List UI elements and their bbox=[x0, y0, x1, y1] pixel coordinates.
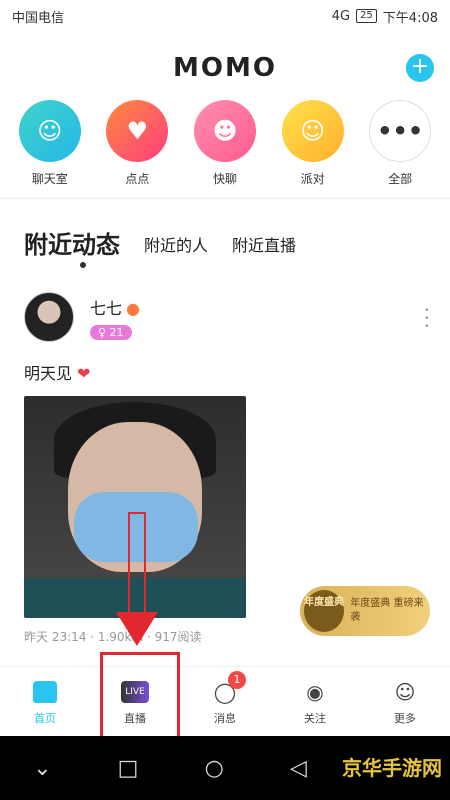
post-text: 明天见 ❤ bbox=[24, 360, 434, 384]
chat-room-icon: ☺ bbox=[18, 100, 81, 162]
post-text-content: 明天见 bbox=[24, 364, 73, 383]
quick-entry-label: 快聊 bbox=[212, 172, 237, 186]
add-button[interactable]: + bbox=[406, 54, 434, 82]
carrier-label: 中国电信 bbox=[12, 10, 65, 26]
feed-tabs: 附近动态 附近的人 附近直播 bbox=[0, 218, 450, 268]
username: 七七 bbox=[90, 298, 123, 318]
app-title: MOMO bbox=[173, 53, 277, 83]
gala-badge: 年度盛典 bbox=[304, 590, 345, 632]
nav-more[interactable]: ☺ 更多 bbox=[360, 667, 450, 736]
back-chevron-icon[interactable]: ⌄ bbox=[33, 756, 51, 781]
more-options-icon[interactable]: · · · bbox=[424, 300, 430, 336]
username-row[interactable]: 七七 ● bbox=[90, 295, 140, 319]
user-info: 七七 ● ♀ 21 bbox=[90, 295, 140, 340]
post-header: 七七 ● ♀ 21 · · · bbox=[24, 292, 434, 342]
gala-text: 年度盛典 重磅来袭 bbox=[350, 598, 424, 623]
annual-gala-banner[interactable]: 年度盛典 年度盛典 重磅来袭 bbox=[300, 586, 430, 636]
tab-nearby-moments[interactable]: 附近动态 bbox=[24, 225, 120, 268]
nav-label: 首页 bbox=[34, 711, 56, 725]
status-right: 4G 25 下午4:08 bbox=[332, 7, 438, 26]
nav-label: 关注 bbox=[304, 711, 326, 725]
home-circle-icon[interactable]: ○ bbox=[205, 756, 224, 781]
balloon-icon: ● bbox=[126, 298, 140, 318]
quick-entry-quick-chat[interactable]: ☻ 快聊 bbox=[185, 100, 265, 190]
quick-entry-label: 聊天室 bbox=[31, 172, 68, 186]
quick-entry-party[interactable]: ☺ 派对 bbox=[273, 100, 353, 190]
nav-label: 更多 bbox=[394, 711, 416, 725]
dian-dian-icon: ♥ bbox=[106, 100, 169, 162]
nav-home[interactable]: 首页 bbox=[0, 667, 90, 736]
section-divider bbox=[0, 198, 450, 199]
status-bar: 中国电信 4G 25 下午4:08 bbox=[0, 0, 450, 32]
quick-entry-label: 全部 bbox=[388, 172, 413, 186]
nav-label: 消息 bbox=[214, 711, 236, 725]
tab-nearby-people[interactable]: 附近的人 bbox=[144, 232, 208, 268]
quick-entry-label: 派对 bbox=[300, 172, 325, 186]
party-icon: ☺ bbox=[281, 100, 344, 162]
status-time: 下午4:08 bbox=[382, 10, 438, 26]
heart-icon: ❤ bbox=[77, 364, 91, 383]
tab-label: 附近动态 bbox=[24, 231, 120, 259]
quick-entry-row: ☺ 聊天室 ♥ 点点 ☻ 快聊 ☺ 派对 ••• 全部 bbox=[0, 100, 450, 190]
annotation-arrow-shaft bbox=[128, 512, 146, 616]
follow-eye-icon: ◉ bbox=[306, 679, 324, 704]
active-tab-indicator bbox=[80, 262, 86, 268]
app-header: MOMO + bbox=[0, 40, 450, 96]
annotation-highlight-box bbox=[100, 652, 180, 740]
nav-messages[interactable]: ◯ 消息 1 bbox=[180, 667, 270, 736]
age-badge: ♀ 21 bbox=[90, 324, 132, 340]
recent-apps-icon[interactable]: □ bbox=[118, 756, 139, 781]
network-indicator: 4G bbox=[331, 8, 351, 24]
tab-nearby-live[interactable]: 附近直播 bbox=[232, 232, 296, 268]
back-triangle-icon[interactable]: ◁ bbox=[290, 756, 307, 781]
annotation-arrow-head bbox=[116, 612, 158, 646]
quick-entry-label: 点点 bbox=[125, 172, 150, 186]
avatar[interactable] bbox=[24, 292, 74, 342]
status-left: 中国电信 bbox=[12, 7, 64, 26]
battery-indicator: 25 bbox=[356, 9, 377, 23]
quick-entry-chat-room[interactable]: ☺ 聊天室 bbox=[10, 100, 90, 190]
bottom-nav: 首页 LIVE 直播 ◯ 消息 1 ◉ 关注 ☺ 更多 bbox=[0, 666, 450, 736]
quick-entry-dian-dian[interactable]: ♥ 点点 bbox=[97, 100, 177, 190]
nav-follow[interactable]: ◉ 关注 bbox=[270, 667, 360, 736]
more-icon: ••• bbox=[369, 100, 432, 162]
profile-icon: ☺ bbox=[394, 679, 416, 704]
quick-entry-all[interactable]: ••• 全部 bbox=[360, 100, 440, 190]
home-icon bbox=[31, 678, 59, 706]
watermark: 京华手游网 bbox=[342, 756, 442, 780]
message-count-badge: 1 bbox=[228, 671, 246, 689]
quick-chat-icon: ☻ bbox=[193, 100, 256, 162]
